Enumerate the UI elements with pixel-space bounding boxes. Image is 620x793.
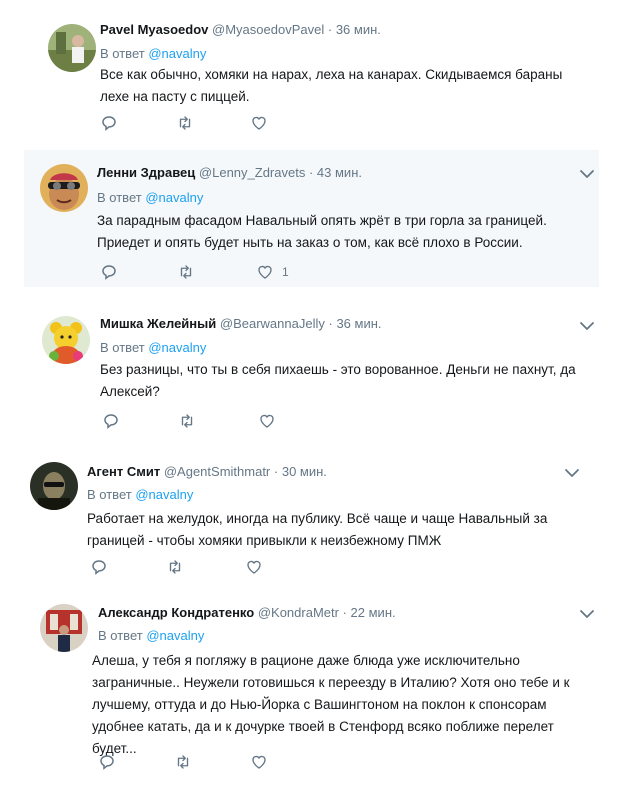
reply-mention-link[interactable]: @navalny [146,628,204,643]
tweet[interactable]: Агент Смит @AgentSmithmatr · 30 мин. В о… [14,440,589,585]
avatar[interactable] [40,604,88,652]
tweet-actions [100,114,300,134]
avatar[interactable] [40,164,88,212]
reply-prefix: В ответ [100,340,145,355]
reply-icon[interactable] [98,753,118,773]
heart-icon[interactable]: 1 [256,263,289,283]
retweet-icon[interactable] [174,753,194,773]
reply-context: В ответ @navalny [98,628,204,644]
separator-dot: · [273,464,279,479]
reply-prefix: В ответ [87,487,132,502]
reply-mention-link[interactable]: @navalny [148,340,206,355]
tweet-text: Алеша, у тебя я погляжу в рационе даже б… [92,653,570,756]
tweet-timestamp[interactable]: 43 мин. [317,165,362,180]
avatar-image [48,24,96,72]
chevron-down-icon[interactable] [564,467,580,479]
author-handle[interactable]: @MyasoedovPavel [212,22,324,37]
tweet-actions [102,412,322,432]
tweet-timestamp[interactable]: 36 мин. [336,22,381,37]
tweet-text: Работает на желудок, иногда на публику. … [87,511,548,548]
avatar[interactable] [42,316,90,364]
tweet-timestamp[interactable]: 30 мин. [282,464,327,479]
reply-icon[interactable] [100,263,120,283]
like-count: 1 [282,265,289,279]
tweet-timestamp[interactable]: 22 мин. [351,605,396,620]
reply-icon[interactable] [100,114,120,134]
author-handle[interactable]: @AgentSmithmatr [164,464,270,479]
retweet-icon[interactable] [176,114,196,134]
chevron-down-icon[interactable] [579,320,595,332]
separator-dot: · [327,22,333,37]
avatar[interactable] [48,24,96,72]
avatar-image [30,462,78,510]
separator-dot: · [342,605,347,620]
tweet[interactable]: Pavel Myasoedov @MyasoedovPavel · 36 мин… [30,10,605,145]
tweet-timestamp[interactable]: 36 мин. [336,316,381,331]
reply-context: В ответ @navalny [100,340,206,356]
separator-dot: · [308,165,314,180]
avatar-image [40,604,88,652]
reply-icon[interactable] [90,558,110,578]
tweet-actions [90,558,310,578]
tweet-actions: 1 [100,263,320,283]
chevron-down-icon[interactable] [579,608,595,620]
tweet-text: За парадным фасадом Навальный опять жрёт… [97,213,547,250]
reply-mention-link[interactable]: @navalny [145,190,203,205]
retweet-icon[interactable] [178,412,198,432]
author-name[interactable]: Pavel Myasoedov [100,22,208,37]
reply-icon[interactable] [102,412,122,432]
reply-mention-link[interactable]: @navalny [135,487,193,502]
reply-mention-link[interactable]: @navalny [148,46,206,61]
heart-icon[interactable] [250,114,270,134]
tweet[interactable]: Мишка Желейный @BearwannaJelly · 36 мин.… [24,292,599,434]
tweet[interactable]: Александр Кондратенко @KondraMetr · 22 м… [24,592,599,790]
reply-prefix: В ответ [97,190,142,205]
heart-icon[interactable] [245,558,265,578]
avatar-image [42,316,90,364]
reply-context: В ответ @navalny [97,190,203,206]
retweet-icon[interactable] [166,558,186,578]
avatar-image [40,164,88,212]
tweet-text: Без разницы, что ты в себя пихаешь - это… [100,362,576,399]
heart-icon[interactable] [258,412,278,432]
tweet-highlighted[interactable]: Ленни Здравец @Lenny_Zdravets · 43 мин. … [24,150,599,287]
author-handle[interactable]: @BearwannaJelly [220,316,325,331]
retweet-icon[interactable] [177,263,197,283]
heart-icon[interactable] [250,753,270,773]
reply-context: В ответ @navalny [100,46,206,62]
avatar[interactable] [30,462,78,510]
tweet-text: Все как обычно, хомяки на нарах, леха на… [100,67,563,104]
tweet-actions [98,753,318,773]
author-handle[interactable]: @KondraMetr [258,605,339,620]
author-name[interactable]: Александр Кондратенко [98,605,254,620]
reply-prefix: В ответ [98,628,143,643]
author-handle[interactable]: @Lenny_Zdravets [199,165,305,180]
chevron-down-icon[interactable] [579,168,595,180]
reply-context: В ответ @navalny [87,487,193,503]
author-name[interactable]: Мишка Желейный [100,316,216,331]
separator-dot: · [328,316,333,331]
author-name[interactable]: Ленни Здравец [97,165,195,180]
reply-prefix: В ответ [100,46,145,61]
author-name[interactable]: Агент Смит [87,464,160,479]
